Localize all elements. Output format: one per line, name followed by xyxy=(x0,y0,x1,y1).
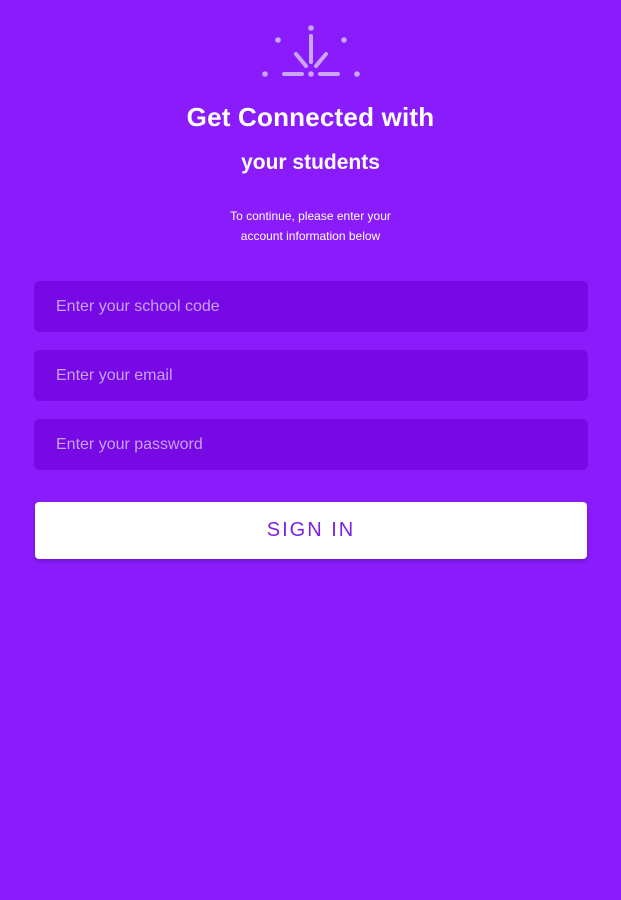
page-title-continued: your students xyxy=(241,151,380,174)
page-title: Get Connected with xyxy=(186,102,435,132)
sunburst-icon xyxy=(262,25,360,77)
password-input[interactable] xyxy=(34,419,588,470)
email-input[interactable] xyxy=(34,350,588,401)
instructions-line-1: To continue, please enter your xyxy=(230,209,391,223)
school-code-input[interactable] xyxy=(34,281,588,332)
instructions-line-2: account information below xyxy=(240,229,381,243)
login-screen: Get Connected with your students To cont… xyxy=(0,0,621,900)
instructions-text: To continue, please enter your account i… xyxy=(0,206,621,246)
sign-in-button[interactable]: SIGN IN xyxy=(35,502,587,559)
